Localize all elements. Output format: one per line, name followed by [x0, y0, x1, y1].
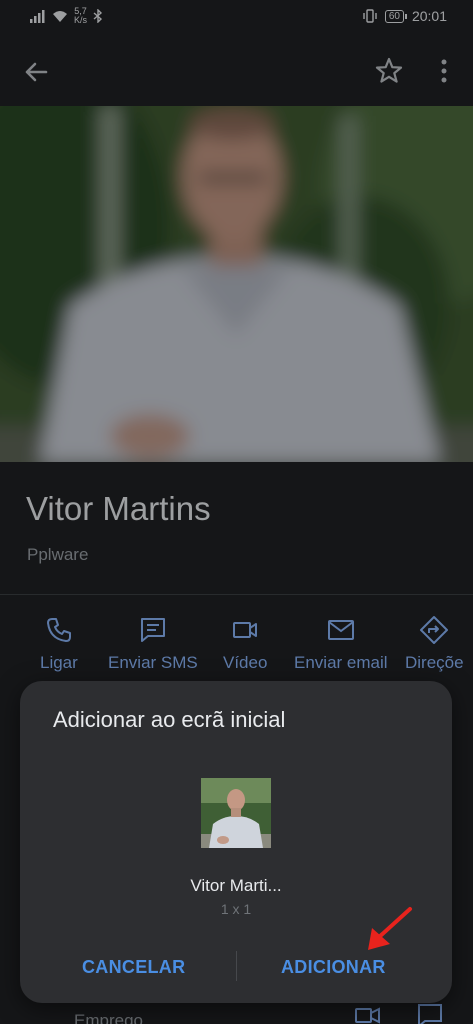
- shortcut-photo: [201, 778, 271, 848]
- annotation-arrow-icon: [368, 907, 412, 950]
- dialog-title: Adicionar ao ecrã inicial: [53, 707, 286, 732]
- shortcut-name: Vitor Marti...: [190, 876, 282, 895]
- button-separator: [236, 951, 237, 981]
- shortcut-thumbnail: [201, 778, 271, 848]
- cancel-button[interactable]: CANCELAR: [82, 947, 185, 987]
